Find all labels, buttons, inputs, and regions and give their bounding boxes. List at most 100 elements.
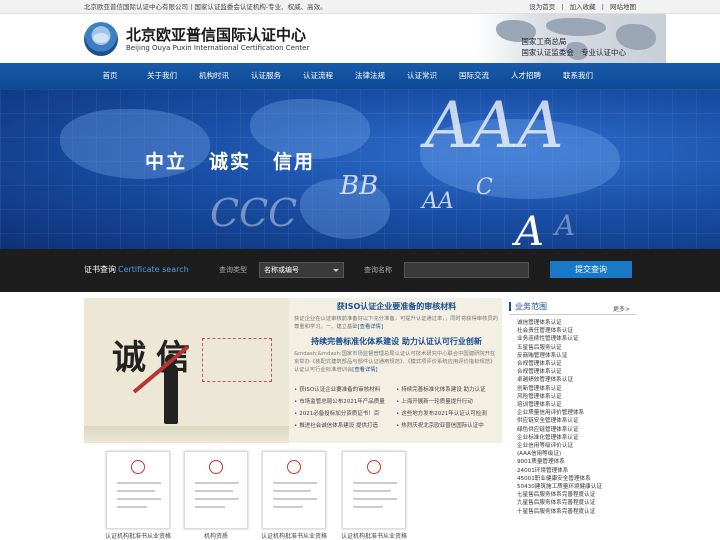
nav-item-process[interactable]: 认证流程 <box>292 63 344 89</box>
sidebar-item[interactable]: (AAA信用等级证) <box>517 450 602 458</box>
sidebar-item[interactable]: 反商贿管理体系认证 <box>517 352 602 360</box>
slogan-word: 信用 <box>273 151 316 173</box>
main-nav: 首页 关于我们 机构时讯 认证服务 认证流程 法律法规 认证常识 国际交流 人才… <box>0 63 720 89</box>
top-bar: 北京欧亚普信国际认证中心有限公司 | 国家认证监委会认证机构-专业、权威、高效。… <box>0 0 720 14</box>
nav-item-laws[interactable]: 法律法规 <box>344 63 396 89</box>
site-header: 北京欧亚普信国际认证中心 Beijing Ouya Puxin Internat… <box>0 14 720 63</box>
certificate-search-bar: 证书查询 Certificate search 查询类型 名称或编号 查询名称 提… <box>0 249 720 292</box>
nav-item-careers[interactable]: 人才招聘 <box>500 63 552 89</box>
news-list-item[interactable]: 这些地方发布2021年认证认可检测 <box>396 408 498 420</box>
submit-search-button[interactable]: 提交查询 <box>550 261 632 278</box>
sidebar-item[interactable]: 企业标准化管理体系认证 <box>517 434 602 442</box>
search-name-input[interactable] <box>404 262 529 278</box>
slogan-word: 中立 <box>145 151 188 173</box>
certificate-image[interactable] <box>184 451 248 529</box>
banner-mark-bb: BB <box>340 171 379 201</box>
news-panel: 诚信 获ISO认证企业要准备的审核材料 获证企业在认证审核前准备好以下充分准备，… <box>84 298 502 443</box>
sidebar-item[interactable]: 9001质量管理体系 <box>517 458 602 466</box>
nav-item-home[interactable]: 首页 <box>84 63 136 89</box>
sidebar-item[interactable]: 创新管理体系认证 <box>517 385 602 393</box>
banner-mark-c: C <box>476 175 493 200</box>
sidebar-item[interactable]: 社会责任管理体系认证 <box>517 327 602 335</box>
nav-item-contact[interactable]: 联系我们 <box>552 63 604 89</box>
list-item-row: 市场监管总局公布2021年产品质量上海开展新一轮质量提升行动 <box>294 396 499 408</box>
nav-item-about[interactable]: 关于我们 <box>136 63 188 89</box>
sidebar-title: 业务范围 <box>509 302 547 311</box>
news-list-item[interactable]: 2021必备投标加分资质证书！百 <box>294 408 396 420</box>
site-name-en: Beijing Ouya Puxin International Certifi… <box>126 44 310 52</box>
news-list-item[interactable]: 上海开展新一轮质量提升行动 <box>396 396 498 408</box>
set-homepage-link[interactable]: 设为首页 <box>529 3 555 11</box>
sidebar-item[interactable]: 50430建筑施工质量环境健康认证 <box>517 483 602 491</box>
sidebar-more-link[interactable]: 更多> <box>613 304 630 313</box>
banner-mark-aa: AA <box>422 189 454 214</box>
sidebar-item[interactable]: 合规管理体系认证 <box>517 360 602 368</box>
search-name-label: 查询名称 <box>364 266 392 274</box>
sidebar-item[interactable]: 合规管理体系认证 <box>517 368 602 376</box>
news-headline[interactable]: 持续完善标准化体系建设 助力认证认可行业创新 <box>294 336 499 347</box>
certificate-caption[interactable]: 认证机构批准书从业资格 <box>324 531 424 540</box>
sidebar-item[interactable]: 九星售后服务体系完善程度认证 <box>517 499 602 507</box>
sidebar-item[interactable]: 十星售后服务体系完善程度认证 <box>517 508 602 516</box>
news-list-item[interactable]: 市场监管总局公布2021年产品质量 <box>294 396 396 408</box>
header-tag: 国家认证监委会 专业认证中心 <box>521 48 626 57</box>
sidebar-item[interactable]: 绿色供应链管理体系认证 <box>517 426 602 434</box>
nav-item-services[interactable]: 认证服务 <box>240 63 292 89</box>
sidebar-item[interactable]: 七星售后服务体系完善程度认证 <box>517 491 602 499</box>
search-type-select[interactable]: 名称或编号 <box>259 262 344 278</box>
sidebar-item[interactable]: 供应链安全管理体系认证 <box>517 417 602 425</box>
list-item-row: 2021必备投标加分资质证书！百这些地方发布2021年认证认可检测 <box>294 408 499 420</box>
main-content: 诚信 获ISO认证企业要准备的审核材料 获证企业在认证审核前准备好以下充分准备，… <box>84 298 636 540</box>
news-list-item[interactable]: 获ISO认证企业要准备的审核材料 <box>294 384 396 396</box>
sidebar-item[interactable]: 五星售后服务认证 <box>517 344 602 352</box>
banner-mark-a: A <box>515 209 544 249</box>
news-headline[interactable]: 获ISO认证企业要准备的审核材料 <box>294 301 499 312</box>
globe-logo-icon[interactable] <box>84 22 118 56</box>
sidebar-item[interactable]: 培训管理体系认证 <box>517 401 602 409</box>
header-tags: 国家工商总局 国家认证监委会 专业认证中心 <box>521 36 626 58</box>
top-bar-slogan: 北京欧亚普信国际认证中心有限公司 | 国家认证监委会认证机构-专业、权威、高效。 <box>84 3 327 11</box>
certificate-image[interactable] <box>342 451 406 529</box>
site-name-cn[interactable]: 北京欧亚普信国际认证中心 <box>126 24 306 45</box>
sidebar-item[interactable]: 风险管理体系认证 <box>517 393 602 401</box>
sidebar-item[interactable]: 诚信管理体系认证 <box>517 319 602 327</box>
add-favorite-link[interactable]: 加入收藏 <box>570 3 596 11</box>
news-list-item[interactable]: 持续完善标准化体系建设 助力认证 <box>396 384 498 396</box>
person-silhouette-body <box>164 364 178 424</box>
nav-item-news[interactable]: 机构时讯 <box>188 63 240 89</box>
news-more-link[interactable]: [查看详情] <box>358 324 383 330</box>
header-tag: 国家工商总局 <box>521 37 567 46</box>
sidebar-item[interactable]: 卓越绩效管理体系认证 <box>517 376 602 384</box>
news-summary: &mdash;&mdash;国家市场监督管理总局认证认可技术研究中心联合中国建研… <box>294 351 496 373</box>
news-image[interactable]: 诚信 <box>84 298 289 443</box>
sidebar-item[interactable]: 45001职业健康安全管理体系 <box>517 475 602 483</box>
search-type-label: 查询类型 <box>219 266 247 274</box>
slogan-word: 诚实 <box>209 151 252 173</box>
list-item-row: 推进社会诚信体系建设 提供打造热烈庆祝北京欧亚普信国际认证中 <box>294 420 499 432</box>
news-summary: 获证企业在认证审核前准备好以下充分准备，可提升认证通过率，，同时将获得审核员的尊… <box>294 316 498 330</box>
sitemap-link[interactable]: 网站地图 <box>610 3 636 11</box>
banner-mark-ccc: CCC <box>210 191 298 235</box>
banner-mark-aaa: AAA <box>425 89 564 163</box>
news-image-frame <box>202 338 272 382</box>
nav-item-knowledge[interactable]: 认证常识 <box>396 63 448 89</box>
news-list: 获ISO认证企业要准备的审核材料持续完善标准化体系建设 助力认证 市场监管总局公… <box>294 384 499 432</box>
sidebar-item[interactable]: 企业信用等级评价认证 <box>517 442 602 450</box>
certificates-gallery: 认证机构批准书从业资格 机构资质 认证机构批准书从业资格 认证机构批准书从业资格 <box>84 448 502 540</box>
top-bar-separator: | <box>561 3 564 11</box>
banner-slogan: 中立 诚实 信用 <box>145 147 337 174</box>
certificate-image[interactable] <box>262 451 326 529</box>
news-list-item[interactable]: 热烈庆祝北京欧亚普信国际认证中 <box>396 420 498 432</box>
list-item-row: 获ISO认证企业要准备的审核材料持续完善标准化体系建设 助力认证 <box>294 384 499 396</box>
top-bar-links: 设为首页 | 加入收藏 | 网站地图 <box>525 0 636 14</box>
news-more-link[interactable]: [查看详情] <box>352 367 377 373</box>
sidebar-item[interactable]: 企业质量信用评价管理体系 <box>517 409 602 417</box>
banner-mark-a-small: A <box>555 209 576 242</box>
hero-banner[interactable]: 中立 诚实 信用 AAA BB CCC AA C A A <box>0 89 720 249</box>
sidebar-list: 诚信管理体系认证 社会责任管理体系认证 业务连续性管理体系认证 五星售后服务认证… <box>517 319 602 516</box>
sidebar-item[interactable]: 业务连续性管理体系认证 <box>517 335 602 343</box>
nav-item-international[interactable]: 国际交流 <box>448 63 500 89</box>
sidebar-item[interactable]: 24001环境管理体系 <box>517 467 602 475</box>
certificate-image[interactable] <box>106 451 170 529</box>
news-list-item[interactable]: 推进社会诚信体系建设 提供打造 <box>294 420 396 432</box>
